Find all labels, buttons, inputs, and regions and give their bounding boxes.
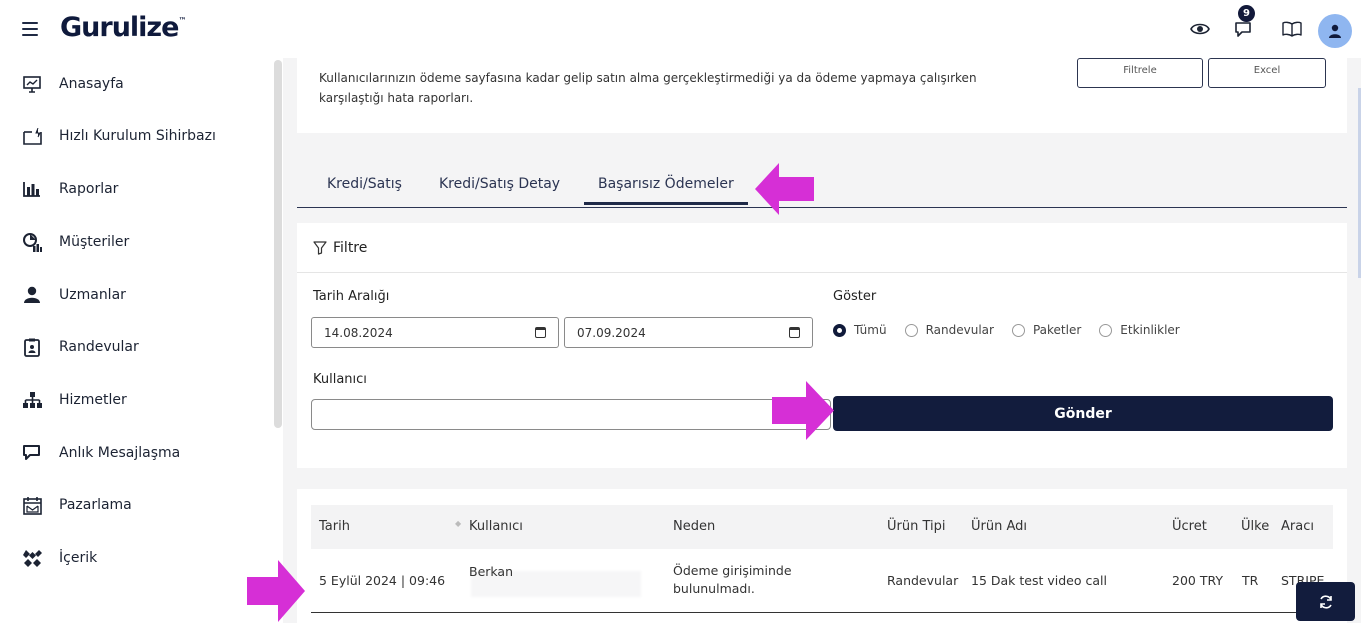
sidebar-item-icerik[interactable]: İçerik	[22, 542, 267, 574]
column-header[interactable]: Kullanıcı	[469, 519, 523, 534]
excel-button[interactable]: Excel	[1208, 58, 1326, 88]
tab-basarisiz-odemeler[interactable]: Başarısız Ödemeler	[584, 176, 748, 205]
column-header[interactable]: Ürün Tipi	[887, 519, 946, 534]
filter-button[interactable]: Filtrele	[1077, 58, 1203, 88]
show-radio-group: Tümü Randevular Paketler Etkinlikler	[833, 323, 1198, 337]
annotation-arrow-left	[755, 163, 814, 215]
sidebar-item-hizmetler[interactable]: Hizmetler	[22, 384, 267, 416]
radio-tumu[interactable]: Tümü	[833, 323, 887, 337]
book-icon[interactable]	[1280, 17, 1304, 41]
send-button[interactable]: Gönder	[833, 396, 1333, 431]
dashboard-icon	[22, 74, 42, 94]
marketing-icon	[22, 495, 42, 515]
sidebar-item-hizli-kurulum[interactable]: Hızlı Kurulum Sihirbazı	[22, 120, 267, 152]
annotation-arrow-right	[772, 381, 834, 440]
calendar-icon[interactable]	[789, 327, 800, 338]
sidebar: Anasayfa Hızlı Kurulum Sihirbazı Raporla…	[0, 58, 283, 623]
cell-reason: Ödeme girişiminde bulunulmadı.	[673, 563, 792, 596]
filter-icon	[313, 240, 327, 255]
radio-randevular[interactable]: Randevular	[904, 323, 994, 337]
notification-badge: 9	[1238, 5, 1255, 22]
cell-product-name: 15 Dak test video call	[971, 573, 1107, 588]
user-input[interactable]	[311, 399, 831, 430]
table-header: Tarih ◆ Kullanıcı Neden Ürün Tipi Ürün A…	[311, 505, 1333, 549]
column-header[interactable]: Aracı	[1281, 519, 1314, 534]
show-label: Göster	[833, 289, 877, 304]
sidebar-item-anasayfa[interactable]: Anasayfa	[22, 68, 267, 100]
sidebar-item-musteriler[interactable]: Müşteriler	[22, 226, 267, 258]
table-row[interactable]: 5 Eylül 2024 | 09:46 Berkan Ödeme girişi…	[311, 549, 1333, 613]
column-header[interactable]: Ürün Adı	[971, 519, 1027, 534]
tab-bar: Kredi/Satış Kredi/Satış Detay Başarısız …	[297, 160, 1347, 208]
sidebar-item-uzmanlar[interactable]: Uzmanlar	[22, 279, 267, 311]
sort-icon[interactable]: ◆	[455, 519, 461, 528]
user-icon	[22, 285, 42, 305]
bar-chart-icon	[22, 179, 42, 199]
tab-kredi-satis-detay[interactable]: Kredi/Satış Detay	[439, 176, 560, 192]
menu-icon[interactable]	[22, 22, 38, 36]
calendar-icon[interactable]	[535, 327, 546, 338]
cell-country: TR	[1242, 573, 1259, 588]
column-header[interactable]: Neden	[673, 519, 715, 534]
appointment-icon	[22, 337, 42, 357]
cell-product-type: Randevular	[887, 573, 959, 588]
column-header[interactable]: Tarih	[319, 519, 350, 534]
annotation-arrow-right	[247, 560, 305, 622]
column-header[interactable]: Ücret	[1172, 519, 1207, 534]
user-icon	[1329, 24, 1341, 38]
sidebar-scrollbar[interactable]	[274, 60, 282, 428]
radio-etkinlikler[interactable]: Etkinlikler	[1099, 323, 1180, 337]
setup-icon	[22, 126, 42, 146]
avatar[interactable]	[1318, 14, 1352, 48]
results-table: Tarih ◆ Kullanıcı Neden Ürün Tipi Ürün A…	[297, 489, 1347, 623]
sitemap-icon	[22, 390, 42, 410]
filter-header[interactable]: Filtre	[297, 223, 1347, 273]
eye-icon[interactable]	[1188, 17, 1212, 41]
customers-icon	[22, 232, 42, 252]
refresh-icon	[1319, 594, 1332, 609]
chat-icon	[22, 443, 42, 463]
radio-paketler[interactable]: Paketler	[1011, 323, 1081, 337]
cell-user: Berkan	[469, 564, 514, 579]
sidebar-item-raporlar[interactable]: Raporlar	[22, 173, 267, 205]
date-from-input[interactable]: 14.08.2024	[311, 317, 559, 348]
sidebar-item-randevular[interactable]: Randevular	[22, 331, 267, 363]
logo[interactable]: Gurulize™	[60, 12, 186, 43]
page-description: Kullanıcılarınızın ödeme sayfasına kadar…	[319, 71, 977, 105]
date-to-input[interactable]: 07.09.2024	[564, 317, 813, 348]
tab-kredi-satis[interactable]: Kredi/Satış	[327, 176, 402, 192]
date-range-label: Tarih Aralığı	[313, 289, 390, 304]
top-bar: Gurulize™ 9	[0, 0, 1361, 58]
sidebar-item-pazarlama[interactable]: Pazarlama	[22, 489, 267, 521]
user-label: Kullanıcı	[313, 372, 367, 387]
cell-date: 5 Eylül 2024 | 09:46	[319, 573, 446, 588]
sidebar-item-anlik-mesajlasma[interactable]: Anlık Mesajlaşma	[22, 437, 267, 469]
column-header[interactable]: Ülke	[1241, 519, 1269, 534]
intro-card: Kullanıcılarınızın ödeme sayfasına kadar…	[297, 58, 1347, 133]
refresh-button[interactable]	[1296, 582, 1355, 621]
filter-title: Filtre	[333, 239, 368, 256]
cell-price: 200 TRY	[1172, 573, 1223, 588]
content-icon	[22, 548, 42, 568]
